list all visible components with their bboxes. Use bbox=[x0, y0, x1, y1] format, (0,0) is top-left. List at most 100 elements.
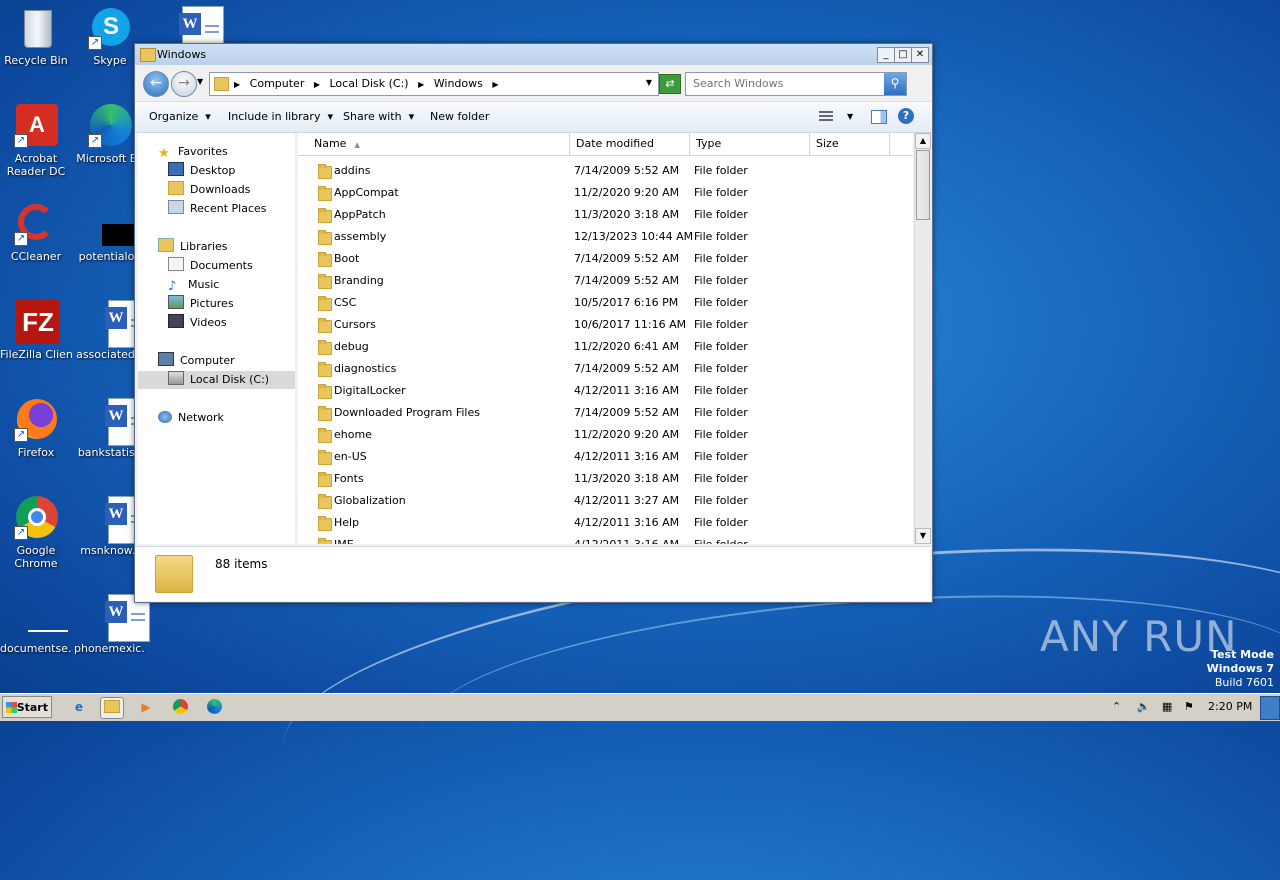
file-row[interactable]: diagnostics 7/14/2009 5:52 AM File folder bbox=[298, 358, 913, 380]
file-row[interactable]: en-US 4/12/2011 3:16 AM File folder bbox=[298, 446, 913, 468]
breadcrumb-computer[interactable]: Computer bbox=[250, 77, 305, 90]
nav-recent-places[interactable]: Recent Places bbox=[168, 200, 267, 218]
title-bar[interactable]: Windows _ □ ✕ bbox=[135, 44, 932, 65]
clock[interactable]: 2:20 PM bbox=[1208, 696, 1252, 718]
desktop-icon-acrobat[interactable]: A ↗ Acrobat Reader DC bbox=[0, 104, 72, 178]
file-row[interactable]: AppPatch 11/3/2020 3:18 AM File folder bbox=[298, 204, 913, 226]
desktop-icon-firefox[interactable]: ↗ Firefox bbox=[0, 398, 72, 459]
nav-libraries[interactable]: Libraries bbox=[158, 238, 228, 256]
desktop-icon-ccleaner[interactable]: ↗ CCleaner bbox=[0, 202, 72, 263]
column-type[interactable]: Type bbox=[690, 133, 810, 155]
internet-explorer-icon[interactable]: e bbox=[68, 697, 90, 717]
column-name[interactable]: Name ▲ bbox=[308, 133, 570, 155]
show-desktop-button[interactable] bbox=[1260, 696, 1280, 720]
file-row[interactable]: ehome 11/2/2020 9:20 AM File folder bbox=[298, 424, 913, 446]
nav-pictures[interactable]: Pictures bbox=[168, 295, 234, 313]
file-row[interactable]: IME 4/12/2011 3:16 AM File folder bbox=[298, 534, 913, 544]
back-button[interactable]: ← bbox=[143, 71, 169, 97]
file-name: Help bbox=[334, 516, 360, 529]
vertical-scrollbar[interactable]: ▲ ▼ bbox=[914, 133, 931, 544]
breadcrumb-windows[interactable]: Windows bbox=[434, 77, 483, 90]
file-row[interactable]: Fonts 11/3/2020 3:18 AM File folder bbox=[298, 468, 913, 490]
file-row[interactable]: AppCompat 11/2/2020 9:20 AM File folder bbox=[298, 182, 913, 204]
file-date: 4/12/2011 3:27 AM bbox=[574, 494, 680, 507]
view-dropdown-icon[interactable]: ▼ bbox=[847, 112, 853, 121]
preview-pane-icon[interactable] bbox=[871, 110, 887, 124]
organize-button[interactable]: Organize ▾ bbox=[149, 110, 211, 123]
search-icon[interactable]: ⚲ bbox=[884, 73, 906, 95]
nav-network[interactable]: Network bbox=[158, 409, 224, 427]
file-row[interactable]: DigitalLocker 4/12/2011 3:16 AM File folde… bbox=[298, 380, 913, 402]
scroll-down-arrow[interactable]: ▼ bbox=[915, 528, 931, 544]
media-player-icon[interactable]: ▶ bbox=[135, 697, 157, 717]
nav-videos[interactable]: Videos bbox=[168, 314, 227, 332]
folder-icon bbox=[318, 252, 332, 267]
nav-music[interactable]: ♪ Music bbox=[168, 276, 219, 294]
desktop-icon-chrome[interactable]: ↗ Google Chrome bbox=[0, 496, 72, 570]
file-type: File folder bbox=[694, 186, 748, 199]
ccleaner-icon: ↗ bbox=[14, 202, 58, 246]
include-in-library-button[interactable]: Include in library ▾ bbox=[228, 110, 333, 123]
desktop-icon-recycle-bin[interactable]: Recycle Bin bbox=[0, 6, 72, 67]
chrome-taskbar-icon[interactable] bbox=[169, 697, 191, 717]
forward-button[interactable]: → bbox=[171, 71, 197, 97]
column-date-modified[interactable]: Date modified bbox=[570, 133, 690, 155]
nav-documents[interactable]: Documents bbox=[168, 257, 253, 275]
edge-taskbar-icon[interactable] bbox=[203, 697, 225, 717]
address-dropdown-icon[interactable]: ▼ bbox=[646, 78, 652, 87]
refresh-button[interactable]: ⇄ bbox=[659, 74, 681, 94]
desktop-icon-documentse[interactable]: documentse... bbox=[0, 594, 72, 655]
file-type: File folder bbox=[694, 318, 748, 331]
address-bar[interactable]: ▶ Computer ▶ Local Disk (C:) ▶ Windows ▶… bbox=[209, 72, 659, 96]
recent-pages-dropdown[interactable]: ▼ bbox=[197, 77, 203, 86]
folder-icon bbox=[318, 538, 332, 544]
file-date: 7/14/2009 5:52 AM bbox=[574, 362, 680, 375]
nav-desktop[interactable]: Desktop bbox=[168, 162, 235, 180]
file-row[interactable]: assembly 12/13/2023 10:44 AM File folder bbox=[298, 226, 913, 248]
file-name: CSC bbox=[334, 296, 357, 309]
close-button[interactable]: ✕ bbox=[911, 47, 929, 63]
desktop-icon-phonemexic[interactable]: W phonemexic... bbox=[74, 594, 150, 655]
volume-icon[interactable]: 🔈 bbox=[1137, 700, 1151, 713]
file-row[interactable]: debug 11/2/2020 6:41 AM File folder bbox=[298, 336, 913, 358]
file-row[interactable]: Branding 7/14/2009 5:52 AM File folder bbox=[298, 270, 913, 292]
file-icon bbox=[88, 202, 148, 246]
explorer-taskbar-icon[interactable] bbox=[100, 697, 124, 719]
search-box[interactable]: ⚲ bbox=[685, 72, 907, 96]
desktop-icon bbox=[168, 162, 184, 176]
file-row[interactable]: Downloaded Program Files 7/14/2009 5:52 A… bbox=[298, 402, 913, 424]
share-with-button[interactable]: Share with ▾ bbox=[343, 110, 414, 123]
file-name: AppCompat bbox=[334, 186, 399, 199]
action-center-icon[interactable]: ⚑ bbox=[1184, 700, 1194, 713]
file-date: 10/6/2017 11:16 AM bbox=[574, 318, 687, 331]
nav-local-disk[interactable]: Local Disk (C:) bbox=[138, 371, 295, 389]
libraries-icon bbox=[158, 238, 174, 252]
file-row[interactable]: Help 4/12/2011 3:16 AM File folder bbox=[298, 512, 913, 534]
file-date: 4/12/2011 3:16 AM bbox=[574, 534, 679, 544]
file-row[interactable]: Cursors 10/6/2017 11:16 AM File folder bbox=[298, 314, 913, 336]
file-row[interactable]: Globalization 4/12/2011 3:27 AM File folde… bbox=[298, 490, 913, 512]
file-row[interactable]: Boot 7/14/2009 5:52 AM File folder bbox=[298, 248, 913, 270]
nav-favorites[interactable]: ★ Favorites bbox=[158, 143, 228, 161]
nav-downloads[interactable]: Downloads bbox=[168, 181, 250, 199]
breadcrumb-local-disk[interactable]: Local Disk (C:) bbox=[330, 77, 409, 90]
start-button[interactable]: Start bbox=[2, 696, 52, 718]
maximize-button[interactable]: □ bbox=[894, 47, 912, 63]
column-size[interactable]: Size bbox=[810, 133, 890, 155]
explorer-window[interactable]: Windows _ □ ✕ ← → ▼ ▶ Computer ▶ Local D… bbox=[134, 43, 933, 603]
new-folder-button[interactable]: New folder bbox=[430, 110, 489, 123]
minimize-button[interactable]: _ bbox=[877, 47, 895, 63]
file-row[interactable]: CSC 10/5/2017 6:16 PM File folder bbox=[298, 292, 913, 314]
file-type: File folder bbox=[694, 274, 748, 287]
desktop-icon-filezilla[interactable]: FZ FileZilla Client bbox=[0, 300, 72, 361]
scroll-up-arrow[interactable]: ▲ bbox=[915, 133, 931, 149]
nav-computer[interactable]: Computer bbox=[158, 352, 235, 370]
network-tray-icon[interactable]: ▦ bbox=[1162, 700, 1172, 713]
folder-icon bbox=[318, 230, 332, 245]
show-hidden-icons-icon[interactable]: ⌃ bbox=[1112, 700, 1121, 713]
view-options-icon[interactable] bbox=[819, 111, 833, 123]
help-icon[interactable]: ? bbox=[898, 108, 914, 124]
search-input[interactable] bbox=[691, 76, 883, 91]
scroll-thumb[interactable] bbox=[916, 150, 930, 220]
file-row[interactable]: addins 7/14/2009 5:52 AM File folder bbox=[298, 160, 913, 182]
